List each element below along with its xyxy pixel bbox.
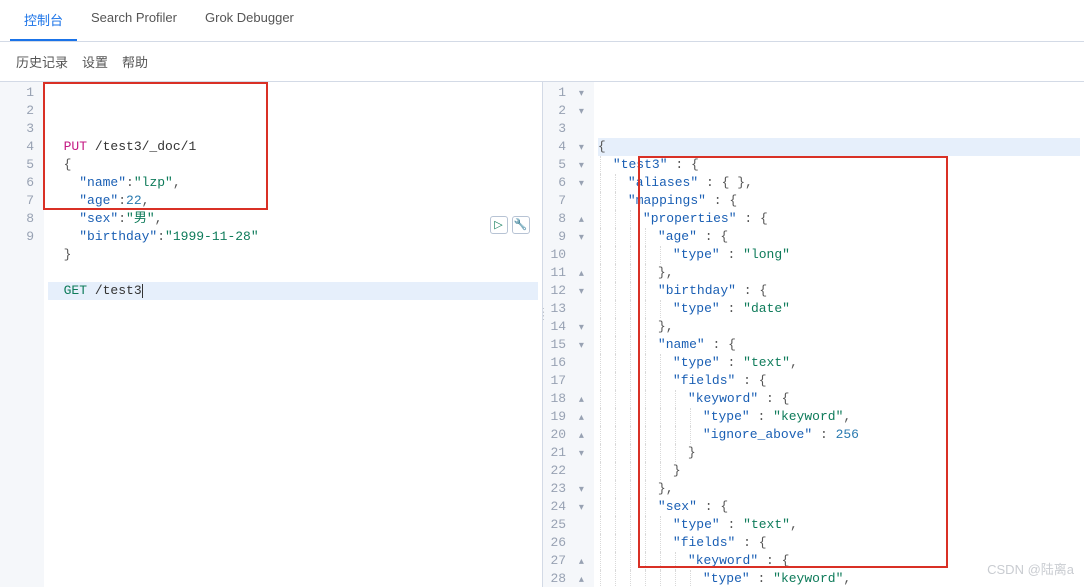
menu-history[interactable]: 历史记录 xyxy=(16,52,68,71)
menu-settings[interactable]: 设置 xyxy=(82,52,108,71)
response-viewer[interactable]: ⋮⋮ 1 ▾2 ▾3 4 ▾5 ▾6 ▾7 8 ▴9 ▾10 11 ▴12 ▾1… xyxy=(543,82,1084,587)
run-request-button[interactable]: ▷ xyxy=(490,216,508,234)
tab-bar: 控制台 Search Profiler Grok Debugger xyxy=(0,0,1084,42)
menu-help[interactable]: 帮助 xyxy=(122,52,148,71)
response-code: {"test3" : {"aliases" : { },"mappings" :… xyxy=(594,82,1084,587)
tab-grok-debugger[interactable]: Grok Debugger xyxy=(191,0,308,41)
request-editor[interactable]: 123456789 PUT /test3/_doc/1 { "name":"lz… xyxy=(0,82,543,587)
request-options-button[interactable]: 🔧 xyxy=(512,216,530,234)
tab-search-profiler[interactable]: Search Profiler xyxy=(77,0,191,41)
request-gutter: 123456789 xyxy=(0,82,44,587)
watermark: CSDN @陆离a xyxy=(987,559,1074,578)
response-gutter: 1 ▾2 ▾3 4 ▾5 ▾6 ▾7 8 ▴9 ▾10 11 ▴12 ▾13 1… xyxy=(543,82,594,587)
menu-bar: 历史记录 设置 帮助 xyxy=(0,42,1084,81)
editor-split: 123456789 PUT /test3/_doc/1 { "name":"lz… xyxy=(0,81,1084,587)
request-code[interactable]: PUT /test3/_doc/1 { "name":"lzp", "age":… xyxy=(44,82,542,587)
tab-console[interactable]: 控制台 xyxy=(10,0,77,41)
request-actions: ▷ 🔧 xyxy=(490,216,530,234)
pane-divider-icon[interactable]: ⋮⋮ xyxy=(543,312,549,320)
